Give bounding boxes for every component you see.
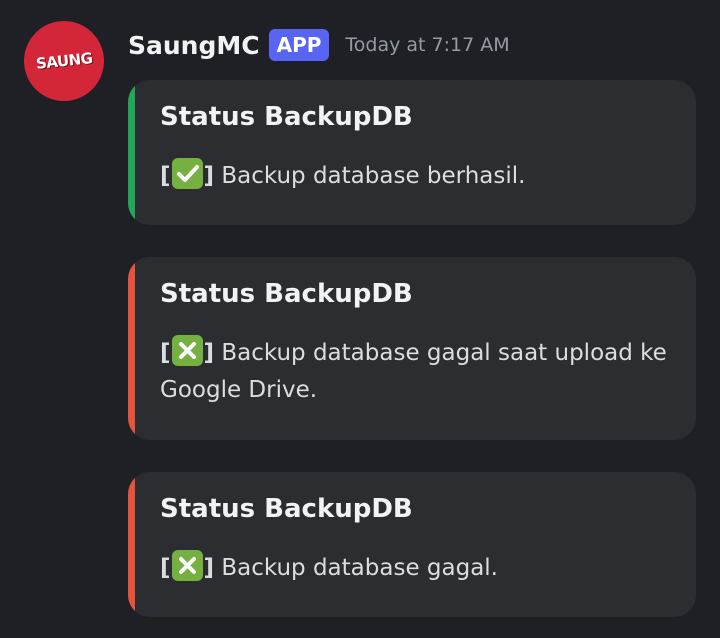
bracket-close: ] (203, 163, 215, 189)
embed-accent-bar (128, 472, 135, 617)
bracket-open: [ (160, 340, 171, 366)
embed-title: Status BackupDB (160, 494, 413, 524)
embed-title: Status BackupDB (160, 102, 413, 132)
embed-text: Backup database gagal saat upload ke Goo… (160, 340, 667, 403)
embed-description: [] Backup database gagal saat upload ke … (160, 335, 670, 409)
cross-mark-button-icon (171, 335, 203, 366)
check-mark-button-icon (171, 158, 203, 189)
embed-accent-bar (128, 80, 135, 225)
embed-text: Backup database berhasil. (221, 163, 526, 189)
timestamp[interactable]: Today at 7:17 AM (345, 34, 509, 56)
bracket-open: [ (160, 555, 171, 581)
bracket-close: ] (203, 340, 215, 366)
embed-description: [] Backup database berhasil. (160, 158, 670, 195)
cross-mark-button-icon (171, 550, 203, 581)
embed-card: Status BackupDB [] Backup database gagal… (128, 472, 696, 617)
embed-accent-bar (128, 257, 135, 440)
avatar[interactable]: SAUNG (24, 21, 104, 101)
chat-message: SAUNG SaungMC APP Today at 7:17 AM Statu… (0, 0, 720, 638)
bracket-open: [ (160, 163, 171, 189)
embed-card: Status BackupDB [] Backup database berha… (128, 80, 696, 225)
embed-description: [] Backup database gagal. (160, 550, 670, 587)
app-badge: APP (268, 29, 330, 61)
message-header: SaungMC APP Today at 7:17 AM (128, 26, 510, 64)
embed-title: Status BackupDB (160, 279, 413, 309)
embed-card: Status BackupDB [] Backup database gagal… (128, 257, 696, 440)
bracket-close: ] (203, 555, 215, 581)
avatar-logo-text: SAUNG (34, 49, 94, 73)
embed-text: Backup database gagal. (221, 555, 498, 581)
username[interactable]: SaungMC (128, 31, 260, 60)
